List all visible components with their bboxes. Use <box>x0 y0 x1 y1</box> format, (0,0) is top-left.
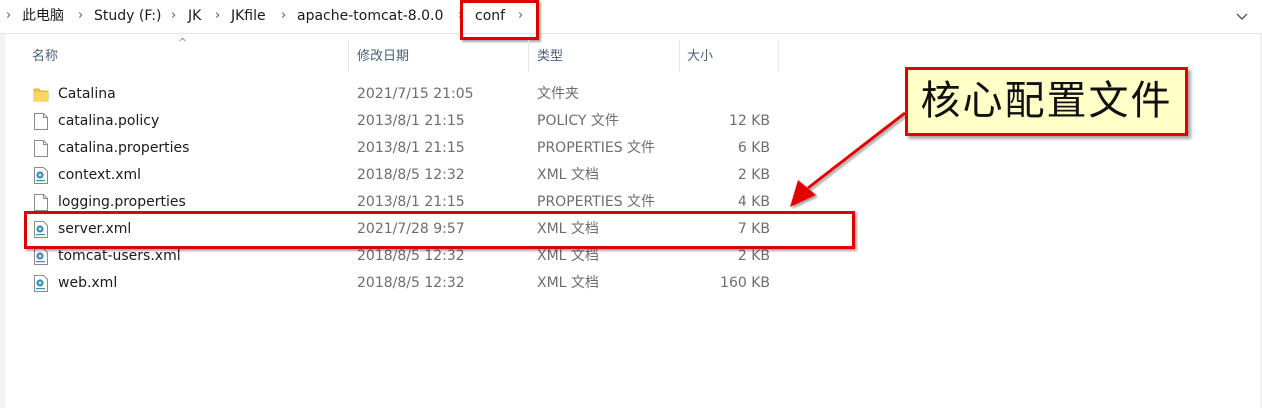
callout-arrow <box>790 111 906 207</box>
callout-label: 核心配置文件 <box>905 67 1188 136</box>
